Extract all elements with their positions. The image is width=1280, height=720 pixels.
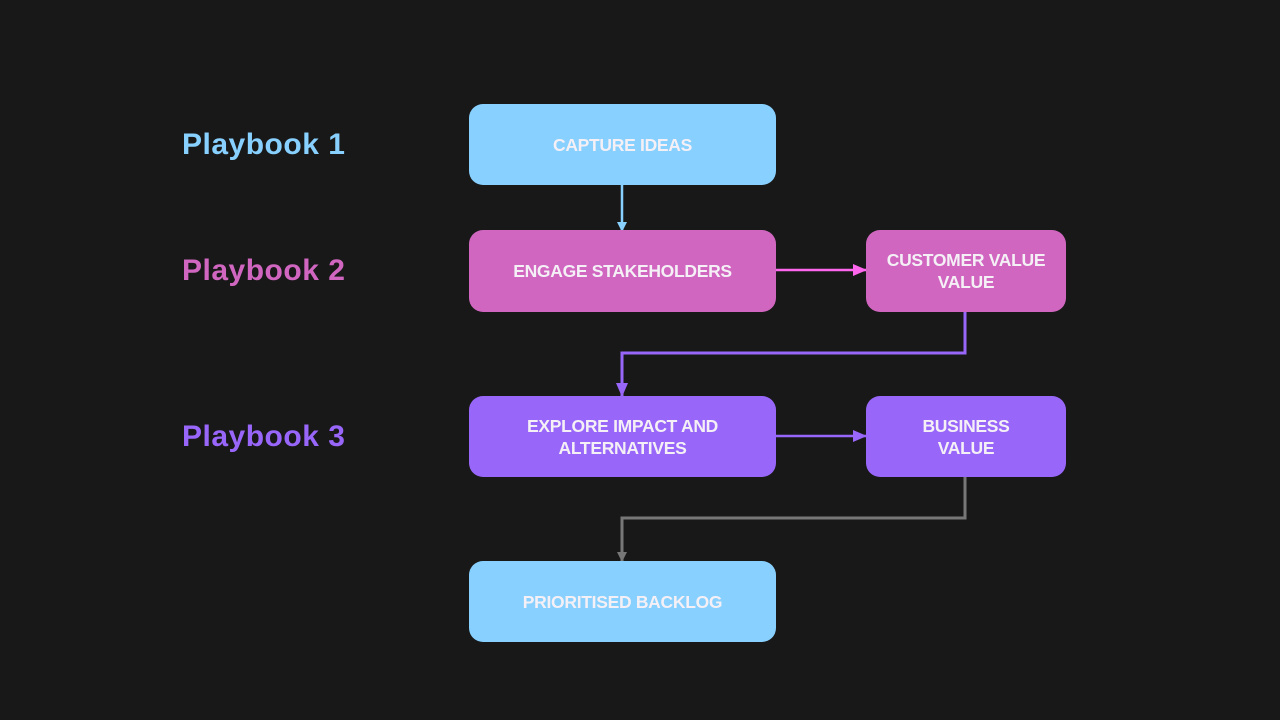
edge-business-backlog	[617, 477, 967, 562]
node-label: BUSINESS VALUE	[922, 415, 1010, 458]
node-label: ENGAGE STAKEHOLDERS	[513, 261, 732, 281]
node-label: CUSTOMER VALUE VALUE	[886, 250, 1046, 292]
node-label: CAPTURE IDEAS	[552, 134, 693, 155]
node-prioritised-backlog: PRIORITISED BACKLOG	[469, 561, 776, 642]
node-business-value: BUSINESS VALUE	[866, 396, 1066, 477]
node-capture-ideas: CAPTURE IDEAS	[469, 104, 776, 185]
node-label: EXPLORE IMPACT AND ALTERNATIVES	[527, 415, 718, 458]
edge-customer-explore	[616, 312, 967, 397]
node-engage-stakeholders: ENGAGE STAKEHOLDERS	[469, 230, 776, 312]
node-customer-value: CUSTOMER VALUE VALUE	[866, 230, 1066, 312]
node-label: PRIORITISED BACKLOG	[522, 591, 723, 612]
node-explore-impact: EXPLORE IMPACT AND ALTERNATIVES	[469, 396, 776, 477]
